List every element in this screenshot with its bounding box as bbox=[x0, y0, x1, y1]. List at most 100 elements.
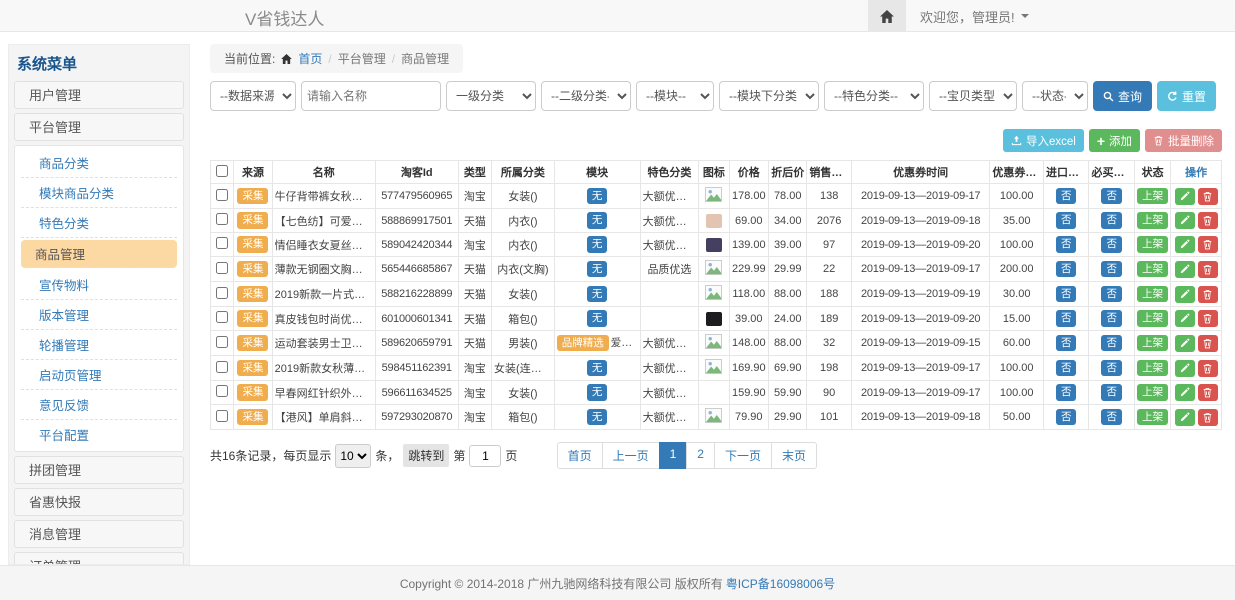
jump-page-input[interactable] bbox=[469, 445, 501, 467]
row-checkbox[interactable] bbox=[216, 361, 228, 373]
delete-button[interactable] bbox=[1198, 310, 1218, 327]
pager-first[interactable]: 首页 bbox=[557, 442, 603, 469]
home-nav-button[interactable] bbox=[868, 0, 906, 32]
breadcrumb-home-link[interactable]: 首页 bbox=[298, 50, 322, 67]
filter-item-type-select[interactable]: --宝贝类型-- bbox=[929, 81, 1017, 111]
pager-page-2[interactable]: 2 bbox=[686, 442, 715, 469]
sidebar-item-group-buy-management[interactable]: 拼团管理 bbox=[14, 456, 184, 484]
row-checkbox[interactable] bbox=[216, 237, 228, 249]
status-badge[interactable]: 上架 bbox=[1137, 236, 1168, 253]
must-buy-toggle[interactable]: 否 bbox=[1101, 261, 1122, 278]
pager-next[interactable]: 下一页 bbox=[714, 442, 772, 469]
delete-button[interactable] bbox=[1198, 261, 1218, 278]
imported-toggle[interactable]: 否 bbox=[1056, 188, 1077, 205]
sidebar-subitem-promo-material[interactable]: 宣传物料 bbox=[21, 270, 177, 300]
filter-level1-category-select[interactable]: 一级分类 bbox=[446, 81, 536, 111]
sidebar-subitem-feature-category[interactable]: 特色分类 bbox=[21, 208, 177, 238]
filter-status-select[interactable]: --状态-- bbox=[1022, 81, 1088, 111]
edit-button[interactable] bbox=[1175, 286, 1195, 303]
delete-button[interactable] bbox=[1198, 236, 1218, 253]
jump-button[interactable]: 跳转到 bbox=[403, 444, 449, 467]
sidebar-subitem-feedback[interactable]: 意见反馈 bbox=[21, 390, 177, 420]
row-checkbox[interactable] bbox=[216, 262, 228, 274]
status-badge[interactable]: 上架 bbox=[1137, 335, 1168, 352]
must-buy-toggle[interactable]: 否 bbox=[1101, 409, 1122, 426]
edit-button[interactable] bbox=[1175, 212, 1195, 229]
sidebar-item-user-management[interactable]: 用户管理 bbox=[14, 81, 184, 109]
status-badge[interactable]: 上架 bbox=[1137, 212, 1168, 229]
edit-button[interactable] bbox=[1175, 360, 1195, 377]
sidebar-subitem-splash-page-management[interactable]: 启动页管理 bbox=[21, 360, 177, 390]
must-buy-toggle[interactable]: 否 bbox=[1101, 286, 1122, 303]
must-buy-toggle[interactable]: 否 bbox=[1101, 236, 1122, 253]
imported-toggle[interactable]: 否 bbox=[1056, 360, 1077, 377]
delete-button[interactable] bbox=[1198, 409, 1218, 426]
row-checkbox[interactable] bbox=[216, 385, 228, 397]
filter-feature-category-select[interactable]: --特色分类-- bbox=[824, 81, 924, 111]
delete-button[interactable] bbox=[1198, 384, 1218, 401]
delete-button[interactable] bbox=[1198, 286, 1218, 303]
sidebar-item-message-management[interactable]: 消息管理 bbox=[14, 520, 184, 548]
status-badge[interactable]: 上架 bbox=[1137, 261, 1168, 278]
user-menu[interactable]: 欢迎您，管理员! bbox=[906, 0, 1043, 32]
filter-module-subcategory-select[interactable]: --模块下分类-- bbox=[719, 81, 819, 111]
must-buy-toggle[interactable]: 否 bbox=[1101, 310, 1122, 327]
sidebar-subitem-platform-config[interactable]: 平台配置 bbox=[21, 420, 177, 449]
imported-toggle[interactable]: 否 bbox=[1056, 236, 1077, 253]
must-buy-toggle[interactable]: 否 bbox=[1101, 360, 1122, 377]
edit-button[interactable] bbox=[1175, 310, 1195, 327]
pager-page-1[interactable]: 1 bbox=[659, 442, 688, 469]
imported-toggle[interactable]: 否 bbox=[1056, 261, 1077, 278]
must-buy-toggle[interactable]: 否 bbox=[1101, 188, 1122, 205]
filter-level2-category-select[interactable]: --二级分类-- bbox=[541, 81, 631, 111]
sidebar-subitem-goods-category[interactable]: 商品分类 bbox=[21, 148, 177, 178]
delete-button[interactable] bbox=[1198, 188, 1218, 205]
edit-button[interactable] bbox=[1175, 261, 1195, 278]
sidebar-subitem-version-management[interactable]: 版本管理 bbox=[21, 300, 177, 330]
edit-button[interactable] bbox=[1175, 188, 1195, 205]
add-button[interactable]: + 添加 bbox=[1089, 129, 1140, 152]
filter-module-select[interactable]: --模块-- bbox=[636, 81, 714, 111]
imported-toggle[interactable]: 否 bbox=[1056, 286, 1077, 303]
sidebar-subitem-carousel-management[interactable]: 轮播管理 bbox=[21, 330, 177, 360]
imported-toggle[interactable]: 否 bbox=[1056, 335, 1077, 352]
reset-button[interactable]: 重置 bbox=[1157, 81, 1216, 111]
row-checkbox[interactable] bbox=[216, 189, 228, 201]
select-all-checkbox[interactable] bbox=[216, 165, 228, 177]
delete-button[interactable] bbox=[1198, 335, 1218, 352]
row-checkbox[interactable] bbox=[216, 287, 228, 299]
edit-button[interactable] bbox=[1175, 409, 1195, 426]
row-checkbox[interactable] bbox=[216, 311, 228, 323]
edit-button[interactable] bbox=[1175, 335, 1195, 352]
pager-prev[interactable]: 上一页 bbox=[602, 442, 660, 469]
imported-toggle[interactable]: 否 bbox=[1056, 310, 1077, 327]
sidebar-subitem-module-goods-category[interactable]: 模块商品分类 bbox=[21, 178, 177, 208]
status-badge[interactable]: 上架 bbox=[1137, 310, 1168, 327]
imported-toggle[interactable]: 否 bbox=[1056, 409, 1077, 426]
row-checkbox[interactable] bbox=[216, 213, 228, 225]
delete-button[interactable] bbox=[1198, 360, 1218, 377]
filter-data-source-select[interactable]: --数据来源-- bbox=[210, 81, 296, 111]
sidebar-item-saving-express[interactable]: 省惠快报 bbox=[14, 488, 184, 516]
row-checkbox[interactable] bbox=[216, 410, 228, 422]
pager-last[interactable]: 末页 bbox=[771, 442, 817, 469]
batch-delete-button[interactable]: 批量删除 bbox=[1145, 129, 1222, 152]
must-buy-toggle[interactable]: 否 bbox=[1101, 335, 1122, 352]
edit-button[interactable] bbox=[1175, 384, 1195, 401]
row-checkbox[interactable] bbox=[216, 336, 228, 348]
sidebar-item-order-management[interactable]: 订单管理 bbox=[14, 552, 184, 565]
icp-link[interactable]: 粤ICP备16098006号 bbox=[726, 575, 835, 592]
import-excel-button[interactable]: 导入excel bbox=[1003, 129, 1084, 152]
must-buy-toggle[interactable]: 否 bbox=[1101, 384, 1122, 401]
must-buy-toggle[interactable]: 否 bbox=[1101, 212, 1122, 229]
filter-name-input[interactable] bbox=[301, 81, 441, 111]
sidebar-item-platform-management[interactable]: 平台管理 bbox=[14, 113, 184, 141]
status-badge[interactable]: 上架 bbox=[1137, 384, 1168, 401]
status-badge[interactable]: 上架 bbox=[1137, 286, 1168, 303]
status-badge[interactable]: 上架 bbox=[1137, 409, 1168, 426]
page-size-select[interactable]: 10 bbox=[335, 444, 371, 468]
status-badge[interactable]: 上架 bbox=[1137, 188, 1168, 205]
status-badge[interactable]: 上架 bbox=[1137, 360, 1168, 377]
edit-button[interactable] bbox=[1175, 236, 1195, 253]
delete-button[interactable] bbox=[1198, 212, 1218, 229]
